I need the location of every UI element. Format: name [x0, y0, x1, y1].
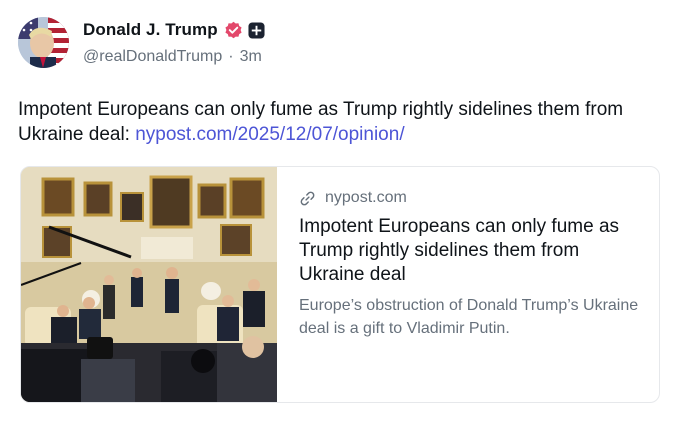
- post-body: Impotent Europeans can only fume as Trum…: [18, 97, 658, 147]
- plus-badge-icon: [248, 21, 265, 39]
- link-card-domain: nypost.com: [325, 189, 407, 206]
- author-identity: Donald J. Trump @realDonaldTrump · 3m: [83, 18, 265, 66]
- post-header: Donald J. Trump @realDonaldTrump · 3m: [18, 14, 265, 70]
- name-row: Donald J. Trump: [83, 18, 265, 42]
- handle-row: @realDonaldTrump · 3m: [83, 48, 265, 66]
- avatar[interactable]: [18, 16, 69, 68]
- post-link[interactable]: nypost.com/2025/12/07/opinion/: [135, 124, 404, 145]
- author-handle[interactable]: @realDonaldTrump: [83, 48, 222, 66]
- display-name[interactable]: Donald J. Trump: [83, 20, 218, 40]
- link-icon: [300, 191, 315, 205]
- separator-dot: ·: [228, 48, 234, 65]
- link-preview-card[interactable]: nypost.com Impotent Europeans can only f…: [20, 166, 660, 403]
- post-timestamp[interactable]: 3m: [240, 48, 262, 66]
- post-container: Donald J. Trump @realDonaldTrump · 3m Im…: [0, 0, 680, 421]
- link-card-domain-row: nypost.com: [299, 187, 649, 209]
- link-card-image[interactable]: [21, 167, 277, 402]
- link-card-title[interactable]: Impotent Europeans can only fume as Trum…: [299, 215, 649, 287]
- link-card-description: Europe’s obstruction of Donald Trump’s U…: [299, 297, 639, 337]
- oval-office-meeting-photo: [21, 167, 277, 402]
- verified-badge-icon: [225, 21, 242, 38]
- link-card-body: nypost.com Impotent Europeans can only f…: [299, 187, 649, 340]
- avatar-image: [18, 16, 69, 68]
